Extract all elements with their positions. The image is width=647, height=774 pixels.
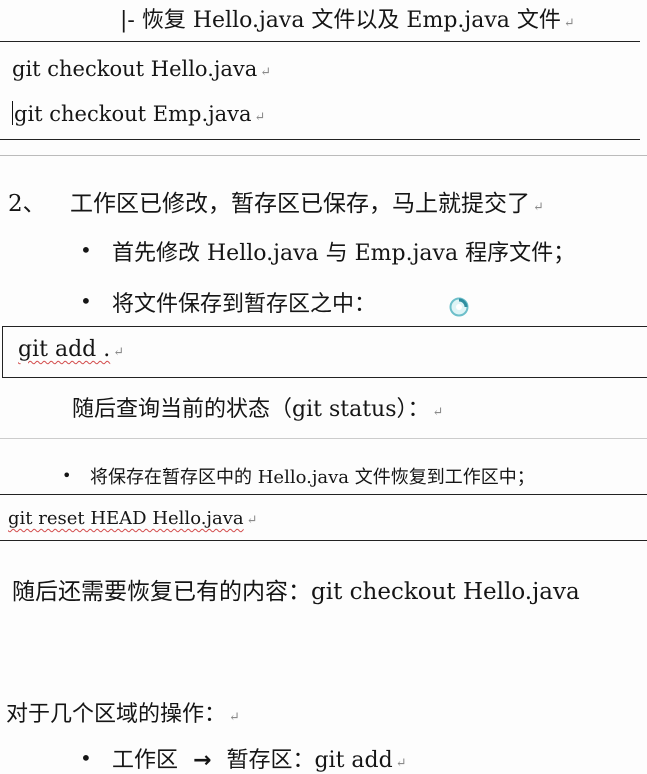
code-checkout-emp: git checkout Emp.java ↵ — [12, 101, 265, 126]
paragraph-mark-icon: ↵ — [254, 110, 266, 125]
restore-content-text: 随后还需要恢复已有的内容：git checkout Hello.java — [12, 579, 580, 605]
bullet-save: 将文件保存到暂存区之中： — [112, 286, 376, 318]
paragraph-mark-icon: ↵ — [113, 345, 125, 360]
loading-cursor-icon — [449, 297, 469, 317]
code-block-bottom-rule — [0, 139, 640, 140]
bullet-save-text: 将文件保存到暂存区之中： — [112, 292, 377, 317]
section-divider — [0, 438, 647, 439]
ops-heading-text: 对于几个区域的操作： — [6, 702, 227, 727]
heading-restore: |- 恢复 Hello.java 文件以及 Emp.java 文件 ↵ — [120, 2, 575, 34]
code-reset: git reset HEAD Hello.java ↵ — [8, 508, 258, 529]
bullet-modify: 首先修改 Hello.java 与 Emp.java 程序文件； — [112, 235, 575, 267]
bullet-modify-text: 首先修改 Hello.java 与 Emp.java 程序文件； — [112, 241, 576, 266]
paragraph-mark-icon: ↵ — [533, 200, 544, 215]
code-block-bottom-rule — [0, 540, 647, 541]
section2-title-text: 工作区已修改，暂存区已保存，马上就提交了 — [70, 191, 530, 217]
code-checkout-emp-text: git checkout Emp.java — [14, 102, 252, 126]
bullet-dot: • — [80, 289, 92, 313]
paragraph-mark-icon: ↵ — [432, 405, 444, 420]
bullet-dot: • — [62, 466, 72, 485]
bullet-dot: • — [80, 746, 92, 770]
bullet-ops: 工作区 → 暂存区：git add ↵ — [112, 742, 407, 774]
bullet-restore-text: 将保存在暂存区中的 Hello.java 文件恢复到工作区中； — [90, 467, 535, 488]
arrow-right-icon: → — [193, 748, 212, 773]
paragraph-mark-icon: ↵ — [563, 16, 575, 31]
paragraph-mark-icon: ↵ — [395, 756, 407, 771]
ops-heading: 对于几个区域的操作： ↵ — [6, 696, 240, 728]
text-cursor — [12, 101, 13, 125]
bullet-ops-stage: 暂存区：git add — [226, 748, 393, 773]
section2-title: 工作区已修改，暂存区已保存，马上就提交了 ↵ — [70, 184, 544, 218]
paragraph-mark-icon: ↵ — [246, 513, 258, 528]
bullet-ops-workspace: 工作区 — [112, 748, 179, 773]
query-status: 随后查询当前的状态（git status）： ↵ — [72, 391, 443, 423]
code-block-top-rule — [0, 494, 647, 495]
restore-content: 随后还需要恢复已有的内容：git checkout Hello.java — [12, 572, 580, 606]
bullet-restore: 将保存在暂存区中的 Hello.java 文件恢复到工作区中； — [90, 463, 535, 489]
paragraph-mark-icon: ↵ — [229, 710, 240, 725]
heading-restore-text: |- 恢复 Hello.java 文件以及 Emp.java 文件 — [120, 8, 561, 33]
section2-heading: 2、 — [8, 184, 46, 218]
bullet-dot: • — [80, 238, 92, 262]
section-divider — [0, 155, 647, 156]
code-checkout-hello: git checkout Hello.java ↵ — [12, 57, 271, 81]
query-status-text: 随后查询当前的状态（git status）： — [72, 397, 430, 422]
paragraph-mark-icon: ↵ — [260, 65, 272, 80]
code-reset-text: git reset HEAD Hello.java — [8, 508, 244, 529]
code-checkout-hello-text: git checkout Hello.java — [12, 57, 258, 81]
code-block-top-rule — [0, 41, 640, 42]
code-add: git add . ↵ — [18, 337, 124, 362]
section2-number: 2、 — [8, 191, 46, 217]
code-add-text: git add . — [18, 337, 111, 362]
